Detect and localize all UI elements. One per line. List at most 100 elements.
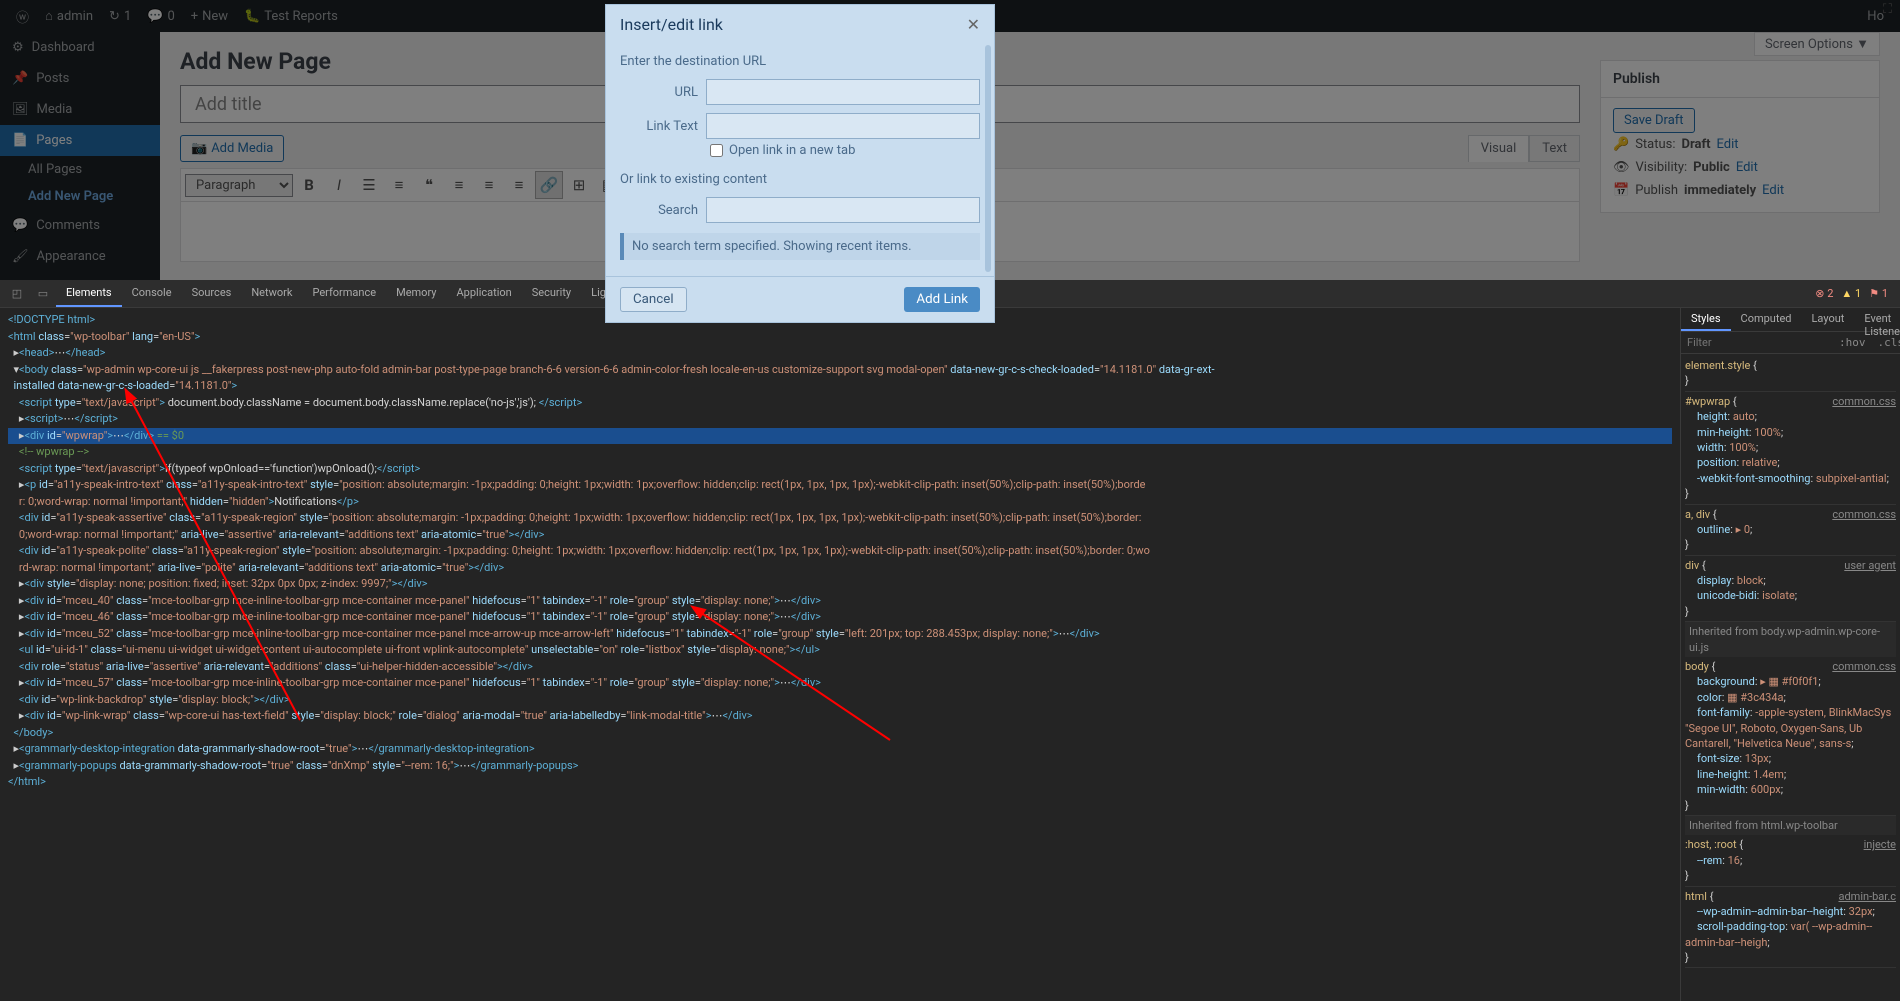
or-link-label: Or link to existing content (620, 166, 980, 193)
edit-date-link[interactable]: Edit (1762, 183, 1784, 198)
dom-tree[interactable]: <!DOCTYPE html><html class="wp-toolbar" … (0, 308, 1680, 1001)
dom-line[interactable]: ▸<p id="a11y-speak-intro-text" class="a1… (8, 477, 1672, 494)
align-center-button[interactable]: ≡ (475, 171, 503, 199)
submenu-add-new[interactable]: Add New Page (0, 183, 160, 210)
cancel-button[interactable]: Cancel (620, 287, 687, 312)
modal-scrollbar[interactable] (985, 45, 991, 272)
dom-line[interactable]: <div role="status" aria-live="assertive"… (8, 659, 1672, 676)
update-icon: ↻ (109, 9, 120, 24)
dom-line[interactable]: <!-- wpwrap --> (8, 444, 1672, 461)
wp-logo[interactable]: ⓦ (8, 7, 37, 26)
dom-line[interactable]: ▸<grammarly-popups data-grammarly-shadow… (8, 758, 1672, 775)
more-button[interactable]: ⊞ (565, 171, 593, 199)
menu-pages[interactable]: 📄Pages (0, 125, 160, 156)
align-left-button[interactable]: ≡ (445, 171, 473, 199)
dom-line[interactable]: ▸<div id="wp-link-wrap" class="wp-core-u… (8, 708, 1672, 725)
add-link-button[interactable]: Add Link (904, 287, 980, 312)
bold-button[interactable]: B (295, 171, 323, 199)
edit-status-link[interactable]: Edit (1717, 137, 1739, 152)
menu-media[interactable]: 🖼Media (0, 94, 160, 125)
styles-tab-layout[interactable]: Layout (1802, 308, 1855, 331)
menu-dashboard[interactable]: ⚙Dashboard (0, 32, 160, 63)
issue-count[interactable]: ⚑ 1 (1869, 287, 1888, 300)
italic-button[interactable]: I (325, 171, 353, 199)
dom-line[interactable]: ▸<div style="display: none; position: fi… (8, 576, 1672, 593)
dom-line[interactable]: ▸<head>⋯</head> (8, 345, 1672, 362)
new-content[interactable]: +New (183, 9, 236, 24)
dom-line[interactable]: <div id="a11y-speak-assertive" class="a1… (8, 510, 1672, 527)
dom-line[interactable]: <script type="text/javascript">if(typeof… (8, 461, 1672, 478)
dom-line[interactable]: <div id="wp-link-backdrop" style="displa… (8, 692, 1672, 709)
dom-line[interactable]: ▸<div id="mceu_40" class="mce-toolbar-gr… (8, 593, 1672, 610)
dom-line[interactable]: ▸<grammarly-desktop-integration data-gra… (8, 741, 1672, 758)
edit-visibility-link[interactable]: Edit (1736, 160, 1758, 175)
dom-line[interactable]: <ul id="ui-id-1" class="ui-menu ui-widge… (8, 642, 1672, 659)
styles-tab-event listener[interactable]: Event Listener (1854, 308, 1900, 331)
screen-options-button[interactable]: Screen Options ▼ (1754, 32, 1880, 56)
warning-count[interactable]: ▲ 1 (1841, 287, 1861, 300)
format-select[interactable]: Paragraph (185, 174, 293, 197)
menu-comments[interactable]: 💬Comments (0, 210, 160, 241)
device-icon[interactable]: ▭ (30, 287, 56, 300)
dom-line[interactable]: 0;word-wrap: normal !important;" aria-li… (8, 527, 1672, 544)
dom-line[interactable]: ▸<script>⋯</script> (8, 411, 1672, 428)
menu-posts[interactable]: 📌Posts (0, 63, 160, 94)
quote-button[interactable]: ❝ (415, 171, 443, 199)
dom-line[interactable]: ▸<div id="mceu_57" class="mce-toolbar-gr… (8, 675, 1672, 692)
insert-link-modal: Insert/edit link ✕ Enter the destination… (605, 4, 995, 323)
bug-icon: 🐛 (244, 9, 260, 24)
submenu-all-pages[interactable]: All Pages (0, 156, 160, 183)
devtools-tab-application[interactable]: Application (446, 280, 521, 307)
comment-icon: 💬 (12, 218, 28, 233)
add-media-button[interactable]: 📷Add Media (180, 135, 284, 162)
dom-line[interactable]: ▾<body class="wp-admin wp-core-ui js __f… (8, 362, 1672, 379)
dom-line[interactable]: </html> (8, 774, 1672, 791)
visual-tab[interactable]: Visual (1468, 135, 1530, 162)
fullscreen-icon[interactable]: ⛶ (1883, 2, 1892, 17)
comments-count[interactable]: 💬0 (139, 9, 183, 24)
devtools-tab-network[interactable]: Network (241, 280, 302, 307)
test-reports[interactable]: 🐛Test Reports (236, 9, 346, 24)
align-right-button[interactable]: ≡ (505, 171, 533, 199)
error-count[interactable]: ⊗ 2 (1815, 287, 1833, 300)
dom-line[interactable]: <html class="wp-toolbar" lang="en-US"> (8, 329, 1672, 346)
dom-line[interactable]: <div id="a11y-speak-polite" class="a11y-… (8, 543, 1672, 560)
search-notice: No search term specified. Showing recent… (620, 233, 980, 260)
new-tab-checkbox[interactable] (710, 144, 723, 157)
dom-line[interactable]: installed data-new-gr-c-s-loaded="14.118… (8, 378, 1672, 395)
dom-line[interactable]: r: 0;word-wrap: normal !important;" hidd… (8, 494, 1672, 511)
devtools-tab-console[interactable]: Console (122, 280, 182, 307)
bullet-list-button[interactable]: ☰ (355, 171, 383, 199)
site-link[interactable]: ⌂admin (37, 8, 101, 24)
save-draft-button[interactable]: Save Draft (1613, 108, 1695, 133)
numbered-list-button[interactable]: ≡ (385, 171, 413, 199)
dom-line[interactable]: <script type="text/javascript"> document… (8, 395, 1672, 412)
styles-tab-styles[interactable]: Styles (1681, 308, 1731, 331)
url-input[interactable] (706, 79, 980, 105)
dom-line[interactable]: ▸<div id="mceu_52" class="mce-toolbar-gr… (8, 626, 1672, 643)
inspect-icon[interactable]: ◰ (4, 287, 30, 300)
text-tab[interactable]: Text (1529, 135, 1580, 162)
updates[interactable]: ↻1 (101, 9, 139, 24)
search-input[interactable] (706, 197, 980, 223)
cls-toggle[interactable]: .cls (1872, 332, 1900, 353)
publish-metabox: Publish Save Draft 🔑Status: Draft Edit 👁… (1600, 60, 1880, 213)
devtools-tab-security[interactable]: Security (522, 280, 581, 307)
menu-appearance[interactable]: 🖌Appearance (0, 241, 160, 272)
devtools-tab-memory[interactable]: Memory (386, 280, 446, 307)
dom-line[interactable]: ▸<div id="mceu_46" class="mce-toolbar-gr… (8, 609, 1672, 626)
dom-line[interactable]: </body> (8, 725, 1672, 742)
dest-label: Enter the destination URL (620, 48, 980, 75)
styles-tab-computed[interactable]: Computed (1731, 308, 1802, 331)
hov-toggle[interactable]: :hov (1833, 332, 1872, 353)
devtools-tab-elements[interactable]: Elements (56, 280, 122, 307)
devtools-tab-sources[interactable]: Sources (182, 280, 242, 307)
link-text-input[interactable] (706, 113, 980, 139)
devtools-tab-performance[interactable]: Performance (302, 280, 386, 307)
dom-line[interactable]: rd-wrap: normal !important;" aria-live="… (8, 560, 1672, 577)
dom-line[interactable]: ▸<div id="wpwrap">⋯</div> == $0 (8, 428, 1672, 445)
styles-filter-input[interactable] (1681, 332, 1833, 353)
close-icon[interactable]: ✕ (967, 15, 980, 34)
link-button[interactable]: 🔗 (535, 171, 563, 199)
styles-rules[interactable]: element.style {}#wpwrap {common.cssheigh… (1681, 354, 1900, 1001)
